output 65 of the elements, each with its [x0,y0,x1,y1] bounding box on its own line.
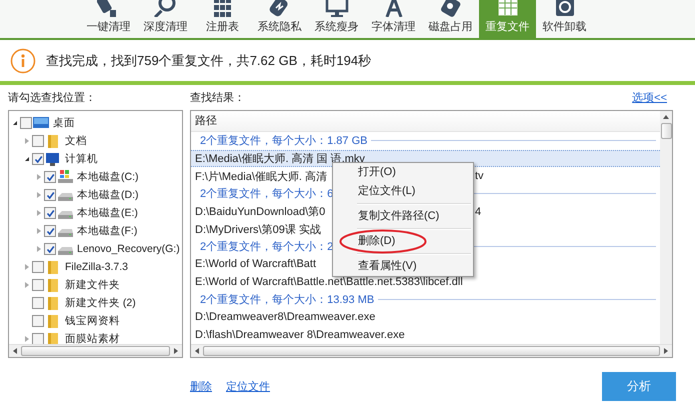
checkbox[interactable] [32,333,44,344]
file-row[interactable]: F:\片\Media\催眠大师. 高清 [195,168,328,184]
file-row[interactable]: D:\BaiduYunDownload\第0 [195,204,326,219]
toolbar-tab[interactable]: 一键清理 [80,0,137,38]
tree-item-label[interactable]: 新建文件夹 [65,278,120,292]
tree-item-label[interactable]: 本地磁盘(F:) [77,224,138,238]
magnifier-icon [154,0,178,17]
checkbox[interactable] [20,117,32,129]
menu-item[interactable]: 删除(D) [333,232,473,251]
file-row[interactable]: D:\flash\Dreamweaver 8\Dreamweaver.exe [195,329,405,342]
menu-item[interactable]: 查看属性(V) [333,257,473,276]
horizontal-scrollbar[interactable] [9,344,182,357]
checkbox[interactable] [32,261,44,273]
toolbar-tab[interactable]: 磁盘占用 [422,0,479,38]
tree-item-label[interactable]: 文档 [65,134,87,148]
checkbox[interactable] [32,135,44,147]
horizontal-scrollbar[interactable] [191,344,672,357]
tree-item-label[interactable]: 钱宝网资料 [65,314,120,328]
action-link[interactable]: 定位文件 [226,378,270,394]
drive-icon [57,170,74,184]
desktop-icon [33,116,50,130]
tree-item-label[interactable]: Lenovo_Recovery(G:) [77,243,180,255]
vertical-scrollbar[interactable] [660,111,672,344]
checkbox[interactable] [44,171,56,183]
file-row[interactable]: E:\World of Warcraft\Batt [195,258,316,270]
tree-item-label[interactable]: 面膜站素材 [65,332,120,344]
toolbar-tab[interactable]: 深度清理 [137,0,194,38]
action-link[interactable]: 删除 [190,378,212,394]
checkbox[interactable] [32,315,44,327]
table-icon [496,0,520,17]
info-icon [10,48,36,74]
group-header: 2个重复文件，每个大小：1.87 GB [200,134,368,148]
tree-item-label[interactable]: 新建文件夹 (2) [65,296,136,310]
file-row[interactable]: D:\MyDrivers\第09课 实战 [195,222,321,237]
options-link[interactable]: 选项<< [632,90,667,106]
tree-item-label[interactable]: 本地磁盘(C:) [77,170,138,184]
toolbar-tab[interactable]: 软件卸载 [536,0,593,38]
menu-item[interactable]: 复制文件路径(C) [333,207,473,226]
checkbox[interactable] [32,153,44,165]
checkbox[interactable] [44,225,56,237]
file-row[interactable]: D:\Dreamweaver8\Dreamweaver.exe [195,311,376,324]
file-path-fragment: tv [475,170,484,182]
checkbox[interactable] [44,243,56,255]
menu-item[interactable]: 定位文件(L) [333,182,473,201]
checkbox[interactable] [44,207,56,219]
checkbox[interactable] [44,189,56,201]
file-path-fragment: 4 [475,206,482,218]
tree-item-label[interactable]: FileZilla-3.7.3 [65,261,128,273]
toolbar-tab[interactable]: 系统隐私 [251,0,308,38]
checkbox[interactable] [32,279,44,291]
toolbar-tab[interactable]: 字体清理 [365,0,422,38]
checkbox[interactable] [32,297,44,309]
monitor-icon [45,152,62,166]
section-label: 查找结果： [190,91,245,106]
toolbar-tab[interactable]: 系统瘦身 [308,0,365,38]
monitor-icon [324,0,348,17]
toolbar-tab[interactable]: 注册表 [194,0,251,38]
file-row[interactable]: E:\World of Warcraft\Battle.net\Battle.net.5383\libcef.dll [195,276,463,288]
section-label: 请勾选查找位置： [8,91,97,106]
group-header: 2个重复文件，每个大小：13.93 MB [200,292,374,308]
tree-item-label[interactable]: 桌面 [53,116,75,130]
tree-item-label[interactable]: 计算机 [65,152,98,166]
tree-item-label[interactable]: 本地磁盘(D:) [77,188,138,202]
status-message: 查找完成，找到759个重复文件，共7.62 GB，耗时194秒 [46,52,372,70]
tree-item-label[interactable]: 本地磁盘(E:) [77,206,138,220]
